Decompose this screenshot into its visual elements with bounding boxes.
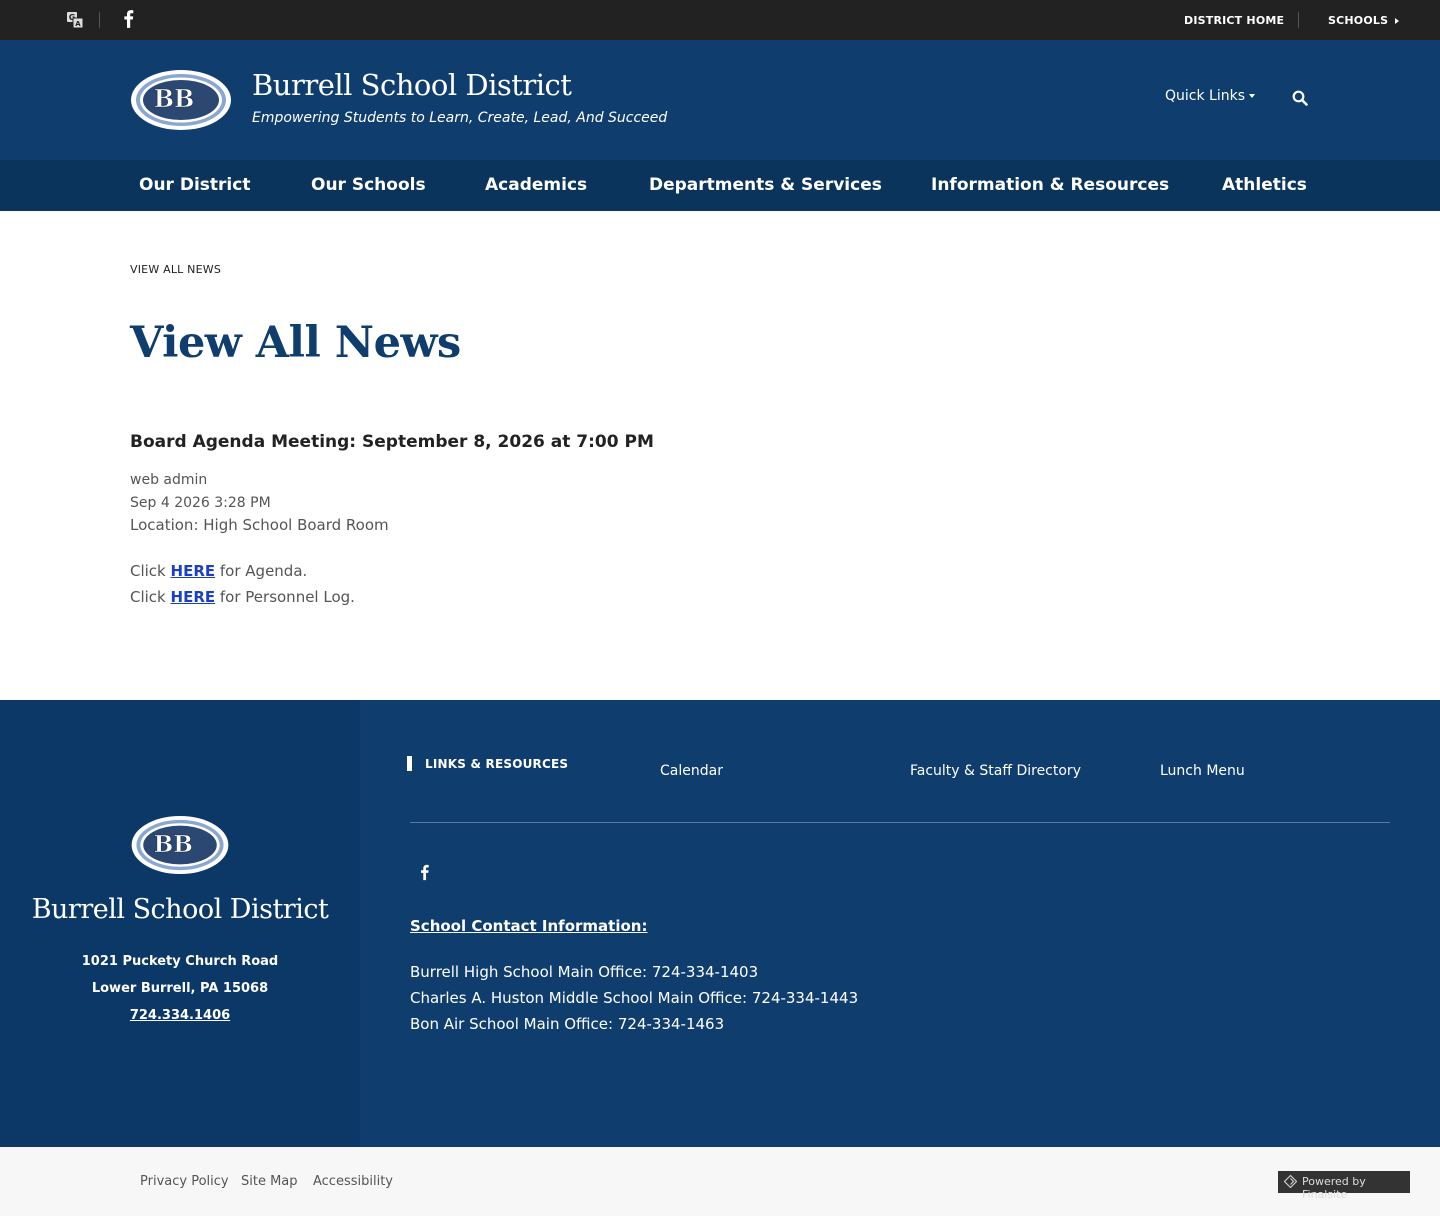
nav-information-resources[interactable]: Information & Resources (931, 175, 1169, 195)
nav-our-district[interactable]: Our District (139, 175, 250, 195)
bottom-bar: Privacy Policy Site Map Accessibility Po… (0, 1147, 1440, 1216)
privacy-policy-link[interactable]: Privacy Policy (140, 1174, 229, 1189)
site-title[interactable]: Burrell School District (252, 68, 572, 102)
search-icon[interactable] (1292, 90, 1308, 106)
links-resources-heading: LINKS & RESOURCES (425, 757, 569, 771)
chevron-down-icon (1249, 94, 1256, 98)
news-title[interactable]: Board Agenda Meeting: September 8, 2026 … (130, 432, 654, 452)
site-header: BB Burrell School District Empowering St… (0, 40, 1440, 160)
footer-facebook-icon[interactable] (419, 864, 431, 881)
footer-phone-link[interactable]: 724.334.1406 (130, 1008, 230, 1023)
site-map-link[interactable]: Site Map (241, 1174, 298, 1189)
page-title: View All News (130, 318, 461, 368)
footer-link-lunch-menu[interactable]: Lunch Menu (1160, 763, 1245, 779)
top-utility-bar: G A DISTRICT HOME SCHOOLS (0, 0, 1440, 40)
schools-dropdown[interactable]: SCHOOLS (1328, 14, 1400, 27)
footer-address-line2: Lower Burrell, PA 15068 (91, 981, 269, 996)
news-location: Location: High School Board Room (130, 516, 389, 534)
agenda-line-suffix: for Agenda. (215, 562, 308, 580)
nav-athletics[interactable]: Athletics (1222, 175, 1307, 195)
schools-label: SCHOOLS (1328, 14, 1389, 27)
news-author: web admin (130, 472, 208, 488)
caret-right-icon (1395, 18, 1400, 24)
site-tagline: Empowering Students to Learn, Create, Le… (252, 110, 668, 126)
nav-academics[interactable]: Academics (485, 175, 587, 195)
breadcrumb[interactable]: VIEW ALL NEWS (130, 263, 221, 276)
logo-letters: BB (154, 84, 195, 113)
contact-middle-school: Charles A. Huston Middle School Main Off… (410, 989, 859, 1007)
district-logo[interactable]: BB (130, 69, 232, 131)
translate-icon[interactable]: G A (66, 11, 84, 29)
footer-divider (410, 822, 1390, 823)
agenda-line-prefix: Click (130, 562, 171, 580)
news-agenda-line: Click HERE for Agenda. (130, 562, 307, 580)
footer-logo[interactable]: BB (129, 815, 231, 875)
news-date: Sep 4 2026 3:28 PM (130, 495, 271, 511)
powered-by-text: Powered by Finalsite (1302, 1175, 1366, 1201)
footer-brand: Burrell School District (31, 894, 329, 925)
personnel-here-link[interactable]: HERE (171, 588, 216, 606)
quick-links-dropdown[interactable]: Quick Links (1165, 88, 1256, 104)
contact-high-school: Burrell High School Main Office: 724-334… (410, 963, 759, 981)
footer-address-line1: 1021 Puckety Church Road (81, 954, 279, 969)
nav-our-schools[interactable]: Our Schools (311, 175, 426, 195)
facebook-icon[interactable] (122, 10, 136, 28)
footer-link-calendar[interactable]: Calendar (660, 763, 723, 779)
footer-phone-row: 724.334.1406 (0, 1008, 360, 1023)
finalsite-icon (1284, 1175, 1297, 1188)
topbar-divider-2 (1298, 12, 1299, 28)
powered-by-badge[interactable]: Powered by Finalsite (1278, 1171, 1410, 1201)
district-home-link[interactable]: DISTRICT HOME (1184, 14, 1284, 27)
agenda-here-link[interactable]: HERE (171, 562, 216, 580)
footer-link-directory[interactable]: Faculty & Staff Directory (910, 763, 1081, 779)
news-personnel-line: Click HERE for Personnel Log. (130, 588, 355, 606)
main-navigation: Our District Our Schools Academics Depar… (0, 160, 1440, 211)
links-heading-accent (407, 756, 412, 771)
contact-heading[interactable]: School Contact Information: (410, 917, 647, 935)
contact-bon-air: Bon Air School Main Office: 724-334-1463 (410, 1015, 725, 1033)
topbar-divider (99, 12, 100, 28)
quick-links-label: Quick Links (1165, 88, 1246, 104)
svg-text:A: A (75, 20, 81, 28)
personnel-line-prefix: Click (130, 588, 171, 606)
nav-departments-services[interactable]: Departments & Services (649, 175, 882, 195)
accessibility-link[interactable]: Accessibility (313, 1174, 393, 1189)
footer-logo-letters: BB (154, 831, 193, 858)
personnel-line-suffix: for Personnel Log. (215, 588, 355, 606)
